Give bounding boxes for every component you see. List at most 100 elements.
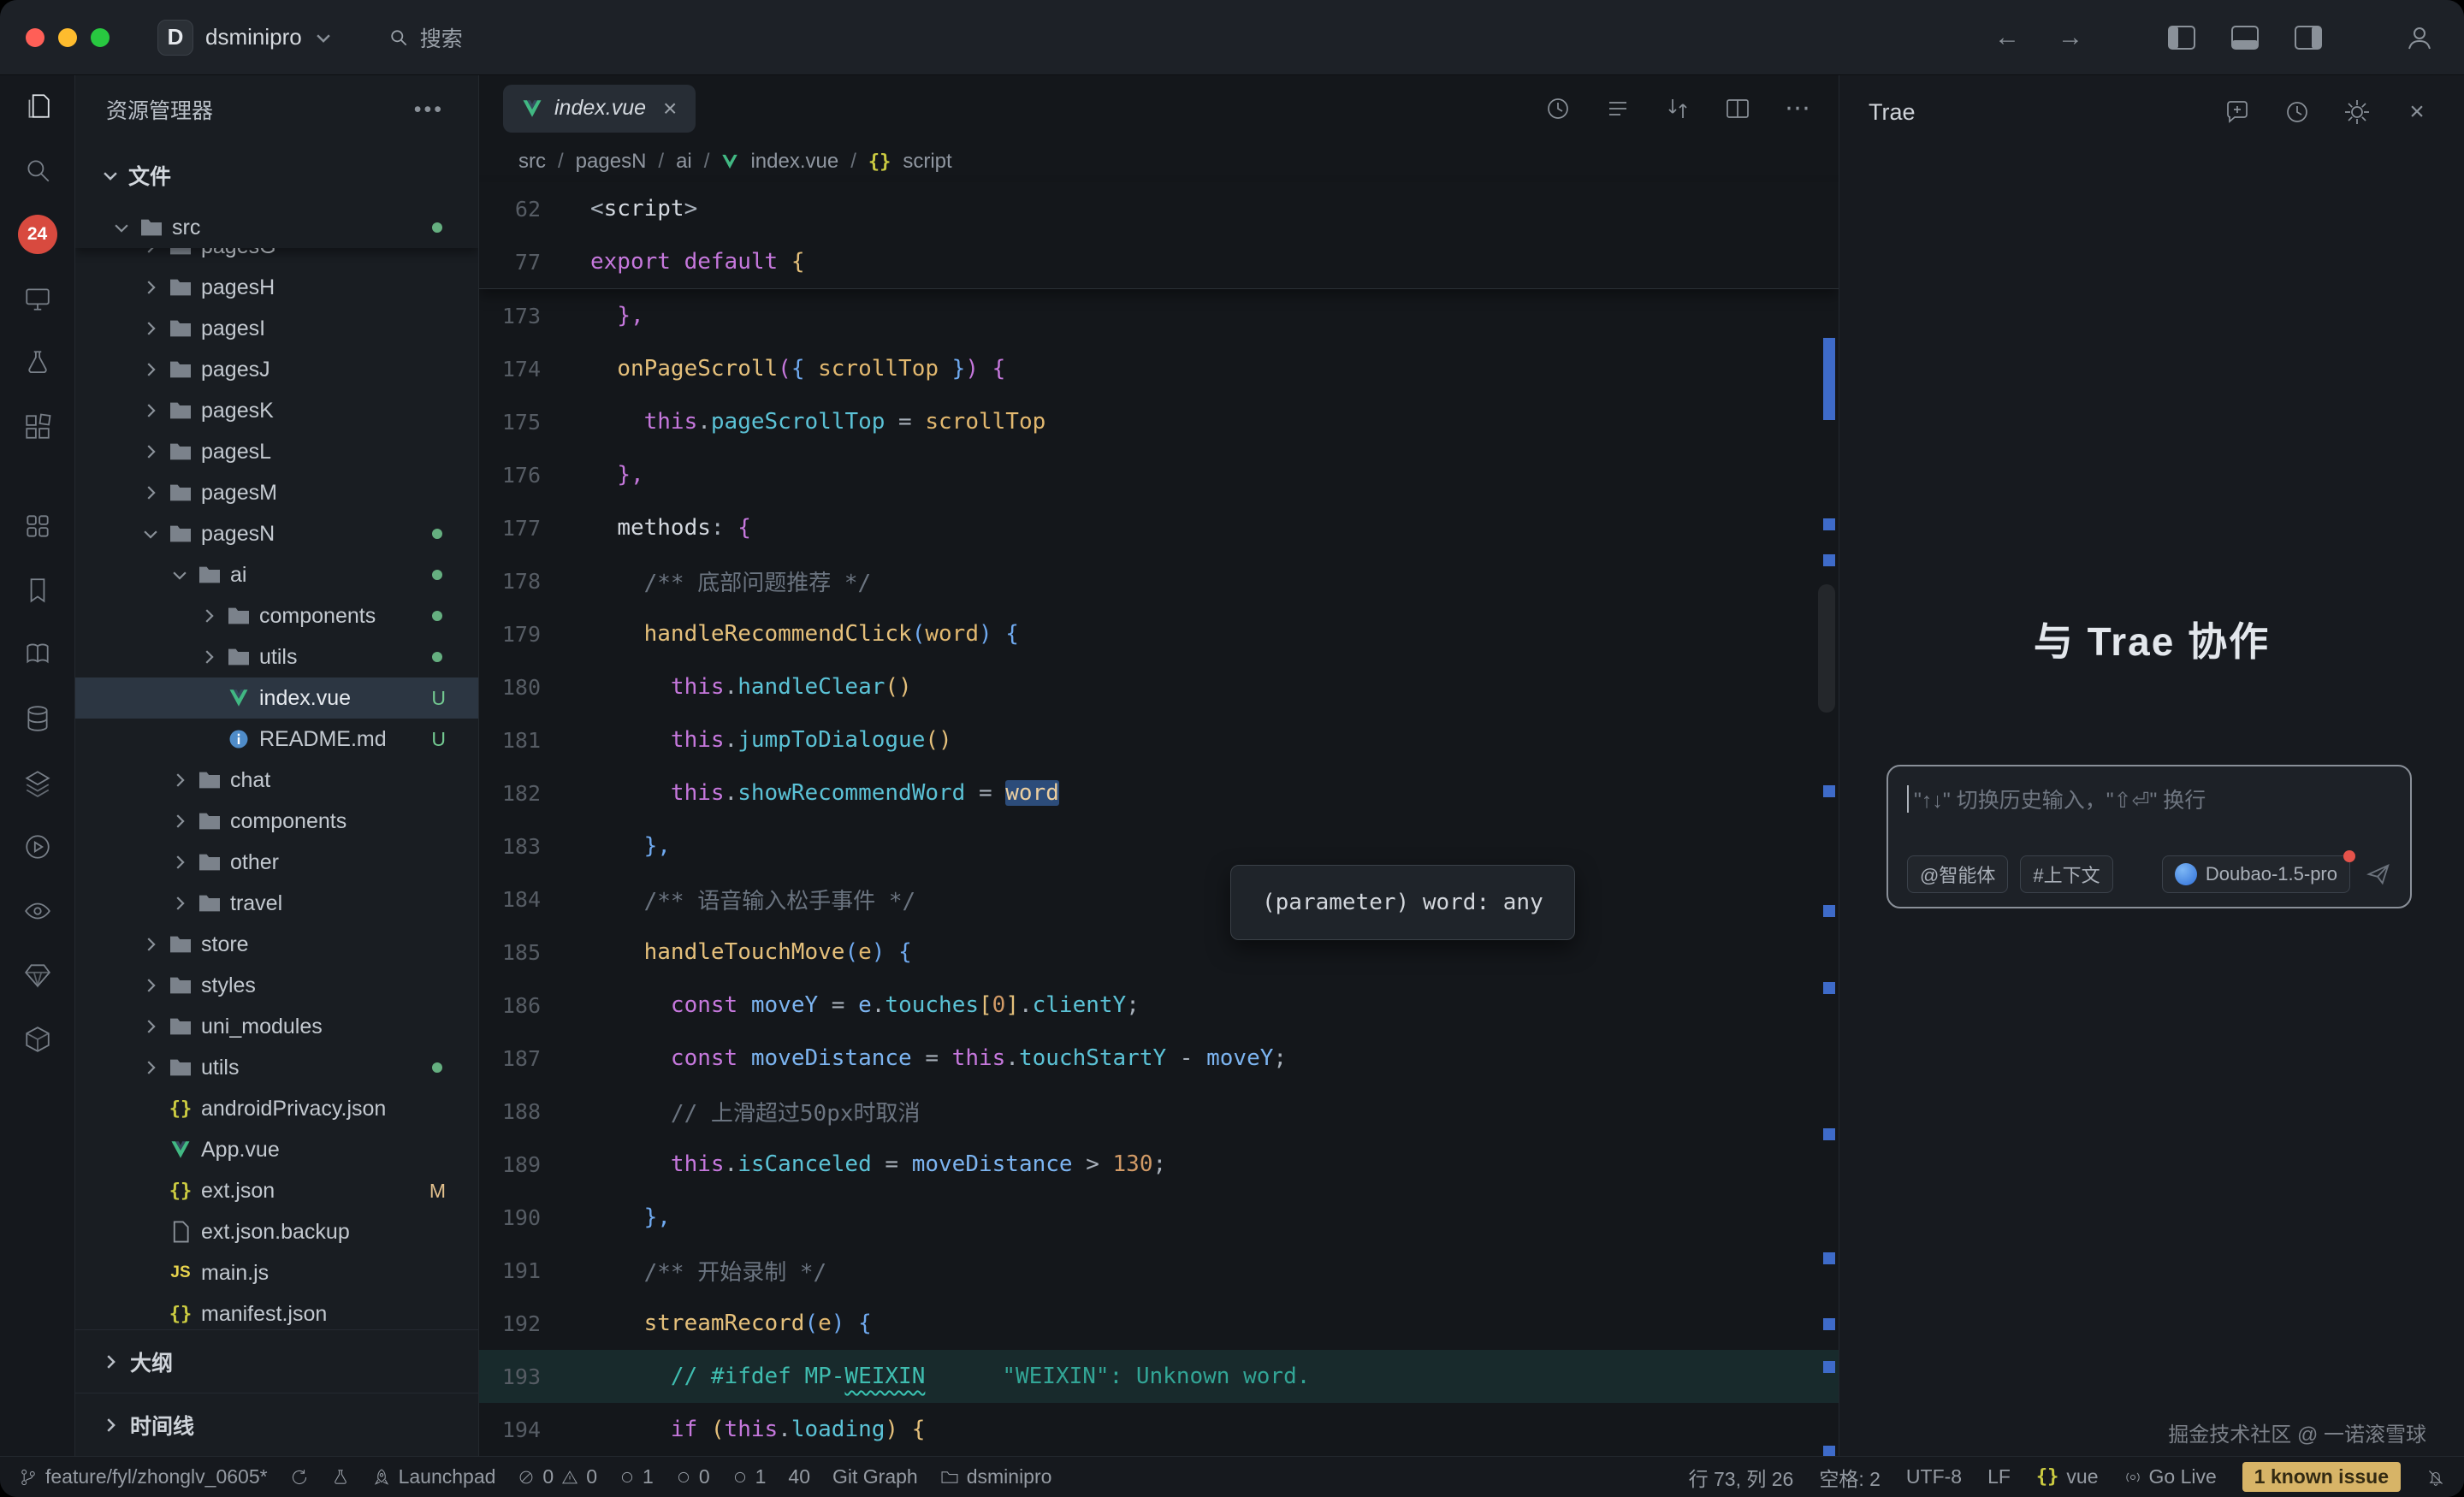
timeline-section-header[interactable]: 时间线	[75, 1393, 478, 1456]
line-number[interactable]: 184	[479, 887, 590, 912]
scrollbar-thumb[interactable]	[1818, 584, 1835, 713]
indentation-item[interactable]: 空格: 2	[1819, 1463, 1881, 1492]
line-number[interactable]: 190	[479, 1205, 590, 1230]
launchpad-item[interactable]: Launchpad	[372, 1465, 496, 1488]
overview-ruler[interactable]	[1821, 182, 1835, 1456]
counter-a-item[interactable]: 1	[619, 1465, 654, 1488]
run-preview-icon[interactable]	[14, 823, 62, 871]
tree-item-other[interactable]: other	[75, 842, 478, 883]
line-number[interactable]: 191	[479, 1258, 590, 1283]
database-icon[interactable]	[14, 695, 62, 743]
toggle-left-sidebar-button[interactable]	[2163, 19, 2200, 56]
tree-item-index.vue[interactable]: index.vueU	[75, 677, 478, 719]
cursor-position-item[interactable]: 行 73, 列 26	[1689, 1463, 1794, 1492]
tree-item-pagesK[interactable]: pagesK	[75, 390, 478, 431]
code-line-177[interactable]: 177 methods: {	[479, 501, 1839, 554]
code-line-175[interactable]: 175 this.pageScrollTop = scrollTop	[479, 395, 1839, 448]
code-line-187[interactable]: 187 const moveDistance = this.touchStart…	[479, 1032, 1839, 1085]
beaker-item[interactable]	[331, 1468, 350, 1487]
todo-count-item[interactable]: 40	[788, 1465, 810, 1488]
agent-chip[interactable]: @智能体	[1907, 855, 2008, 893]
line-number[interactable]: 176	[479, 463, 590, 488]
code-line-189[interactable]: 189 this.isCanceled = moveDistance > 130…	[479, 1138, 1839, 1191]
line-number[interactable]: 188	[479, 1099, 590, 1124]
line-number[interactable]: 192	[479, 1311, 590, 1336]
breadcrumb-pagesN[interactable]: pagesN	[576, 150, 647, 174]
git-branch-item[interactable]: feature/fyl/zhonglv_0605*	[19, 1465, 268, 1488]
counter-c-item[interactable]: 1	[732, 1465, 767, 1488]
code-line-77[interactable]: 77export default {	[479, 235, 1839, 288]
compare-changes-icon[interactable]	[1661, 92, 1695, 126]
nav-forward-button[interactable]: →	[2052, 19, 2089, 56]
watch-icon[interactable]	[14, 887, 62, 935]
line-number[interactable]: 185	[479, 940, 590, 965]
code-line-179[interactable]: 179 handleRecommendClick(word) {	[479, 607, 1839, 660]
line-number[interactable]: 179	[479, 622, 590, 647]
tree-item-pagesN[interactable]: pagesN	[75, 513, 478, 554]
tree-item-pagesJ[interactable]: pagesJ	[75, 349, 478, 390]
code-line-174[interactable]: 174 onPageScroll({ scrollTop }) {	[479, 342, 1839, 395]
code-line-186[interactable]: 186 const moveY = e.touches[0].clientY;	[479, 979, 1839, 1032]
tree-item-pagesH[interactable]: pagesH	[75, 267, 478, 308]
line-number[interactable]: 173	[479, 304, 590, 328]
code-line-180[interactable]: 180 this.handleClear()	[479, 660, 1839, 713]
layers-icon[interactable]	[14, 759, 62, 807]
line-number[interactable]: 187	[479, 1046, 590, 1071]
minimize-button[interactable]	[58, 28, 77, 47]
bookmarks-icon[interactable]	[14, 566, 62, 614]
line-number[interactable]: 178	[479, 569, 590, 594]
line-number[interactable]: 181	[479, 728, 590, 753]
search-sidebar-icon[interactable]	[14, 146, 62, 194]
project-item[interactable]: dsminipro	[940, 1465, 1052, 1488]
tree-item-androidPrivacy.json[interactable]: {}androidPrivacy.json	[75, 1088, 478, 1129]
code-line-191[interactable]: 191 /** 开始录制 */	[479, 1244, 1839, 1297]
code-line-182[interactable]: 182 this.showRecommendWord = word	[479, 766, 1839, 820]
tree-item-README.md[interactable]: README.mdU	[75, 719, 478, 760]
zoom-button[interactable]	[91, 28, 110, 47]
account-icon[interactable]	[2401, 19, 2438, 56]
problems-item[interactable]: 0 0	[518, 1465, 597, 1488]
code-line-193[interactable]: 193 // #ifdef MP-WEIXIN"WEIXIN": Unknown…	[479, 1350, 1839, 1403]
code-line-188[interactable]: 188 // 上滑超过50px时取消	[479, 1085, 1839, 1138]
gem-icon[interactable]	[14, 951, 62, 999]
extensions-icon[interactable]	[14, 403, 62, 451]
tree-item-App.vue[interactable]: App.vue	[75, 1129, 478, 1170]
eol-item[interactable]: LF	[1987, 1465, 2011, 1488]
notifications-item[interactable]	[2426, 1468, 2445, 1487]
tab-index-vue[interactable]: index.vue ×	[503, 85, 696, 133]
workspace-switcher[interactable]: D dsminipro	[157, 20, 333, 56]
breadcrumb[interactable]: src/ pagesN/ ai/ index.vue/ {} script	[479, 141, 1839, 182]
code-editor[interactable]: 62<script>77export default { 173 },174 o…	[479, 182, 1839, 1456]
tree-item-ext.json.backup[interactable]: ext.json.backup	[75, 1211, 478, 1252]
context-chip[interactable]: #上下文	[2020, 855, 2112, 893]
more-actions-icon[interactable]: ⋯	[1780, 92, 1815, 126]
toggle-bottom-panel-button[interactable]	[2226, 19, 2264, 56]
language-mode-item[interactable]: {} vue	[2036, 1465, 2099, 1488]
line-number[interactable]: 62	[479, 197, 590, 222]
tree-item-pagesL[interactable]: pagesL	[75, 431, 478, 472]
split-editor-icon[interactable]	[1721, 92, 1755, 126]
tree-item-components[interactable]: components	[75, 801, 478, 842]
tree-item-uni_modules[interactable]: uni_modules	[75, 1006, 478, 1047]
new-chat-icon[interactable]	[2219, 94, 2255, 130]
sync-changes-item[interactable]	[290, 1468, 309, 1487]
global-search[interactable]: 搜索	[388, 22, 463, 53]
tree-item-pagesM[interactable]: pagesM	[75, 472, 478, 513]
code-line-178[interactable]: 178 /** 底部问题推荐 */	[479, 554, 1839, 607]
nav-back-button[interactable]: ←	[1988, 19, 2026, 56]
package-icon[interactable]	[14, 1015, 62, 1063]
breadcrumb-ai[interactable]: ai	[676, 150, 692, 174]
debug-icon[interactable]	[14, 339, 62, 387]
line-number[interactable]: 193	[479, 1364, 590, 1389]
line-number[interactable]: 186	[479, 993, 590, 1018]
explorer-icon[interactable]	[14, 82, 62, 130]
breadcrumb-src[interactable]: src	[518, 150, 546, 174]
chat-history-icon[interactable]	[2279, 94, 2315, 130]
tree-item-ai[interactable]: ai	[75, 554, 478, 595]
tree-item-src[interactable]: src	[75, 207, 478, 248]
code-line-185[interactable]: 185 handleTouchMove(e) {	[479, 926, 1839, 979]
git-graph-item[interactable]: Git Graph	[832, 1465, 918, 1488]
line-number[interactable]: 177	[479, 516, 590, 541]
line-number[interactable]: 175	[479, 410, 590, 435]
tree-item-utils[interactable]: utils	[75, 636, 478, 677]
